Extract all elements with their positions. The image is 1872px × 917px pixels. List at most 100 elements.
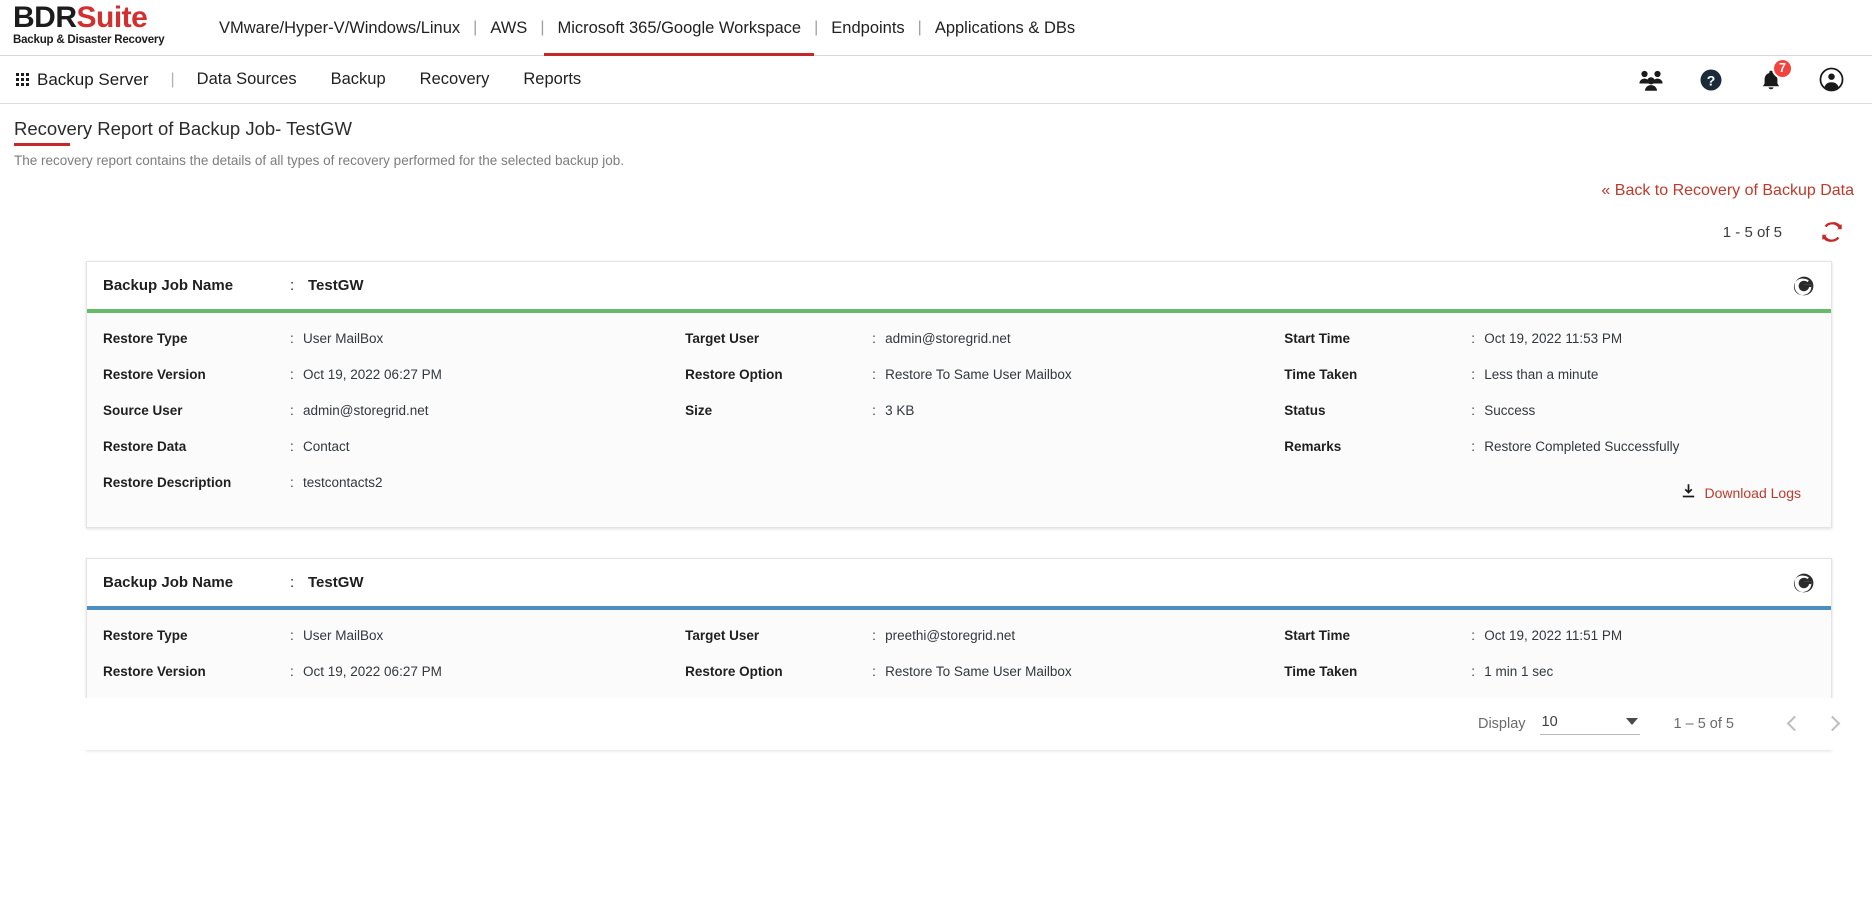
card-job-name-label: Backup Job Name: [103, 574, 234, 591]
source-user-label: Source User: [103, 403, 183, 418]
next-page-button[interactable]: [1812, 705, 1850, 743]
pagination-footer: Display 10 1 – 5 of 5: [0, 698, 1872, 750]
remarks-value: Restore Completed Successfully: [1484, 439, 1680, 454]
brand-bar: BDRSuite Backup & Disaster Recovery VMwa…: [0, 0, 1872, 56]
time-taken-value: Less than a minute: [1484, 367, 1599, 382]
recovery-report-cards: Backup Job Name : TestGW Restore Type: Us…: [0, 261, 1872, 750]
card-job-name-value: TestGW: [308, 574, 364, 591]
back-link-row: « Back to Recovery of Backup Data: [0, 182, 1872, 200]
logo-wordmark: BDRSuite: [13, 2, 200, 34]
notification-bell-icon[interactable]: 7: [1758, 57, 1793, 93]
chevron-right-icon: [1827, 716, 1836, 732]
colon: :: [290, 367, 294, 382]
nav-item-recovery[interactable]: Recovery: [420, 70, 490, 89]
page-header: Recovery Report of Backup Job- TestGW Th…: [0, 118, 1872, 168]
time-taken-label: Time Taken: [1284, 664, 1358, 679]
size-value: 3 KB: [885, 403, 915, 418]
detail-row: Restore Description: testcontacts2: [103, 475, 685, 511]
detail-row: Time Taken: Less than a minute: [1284, 367, 1815, 403]
start-time-label: Start Time: [1284, 331, 1351, 346]
restore-version-value: Oct 19, 2022 06:27 PM: [303, 664, 442, 679]
card-header: Backup Job Name : TestGW: [87, 559, 1831, 606]
recovery-report-card: Backup Job Name : TestGW Restore Type: Us…: [86, 261, 1832, 528]
card-column-right: Start Time: Oct 19, 2022 11:53 PM Time Ta…: [1284, 331, 1815, 511]
colon: :: [290, 664, 294, 679]
download-icon[interactable]: [1681, 483, 1696, 504]
display-count-select[interactable]: 10: [1539, 713, 1640, 735]
detail-row-spacer: [685, 439, 1284, 475]
display-count-value: 10: [1541, 713, 1558, 730]
svg-text:?: ?: [1707, 72, 1716, 88]
page-title: Recovery Report of Backup Job- TestGW: [14, 118, 352, 146]
nav-item-backup[interactable]: Backup: [331, 70, 386, 89]
status-value: Success: [1484, 403, 1536, 418]
colon: :: [290, 277, 295, 294]
notification-badge: 7: [1772, 57, 1793, 79]
product-tab-endpoints[interactable]: Endpoints: [818, 0, 917, 56]
detail-row: Restore Option: Restore To Same User Mail…: [685, 367, 1284, 403]
logo[interactable]: BDRSuite Backup & Disaster Recovery: [0, 0, 200, 47]
target-user-value: admin@storegrid.net: [885, 331, 1011, 346]
grid-apps-icon[interactable]: [16, 73, 29, 86]
colon: :: [1471, 439, 1476, 454]
nav-backup-server[interactable]: Backup Server: [37, 70, 149, 90]
detail-row: Restore Version: Oct 19, 2022 06:27 PM: [103, 664, 685, 700]
users-group-icon[interactable]: [1638, 67, 1664, 93]
colon: :: [290, 403, 294, 418]
restore-version-label: Restore Version: [103, 367, 206, 382]
pagination-range-label: 1 – 5 of 5: [1673, 716, 1734, 732]
google-g-icon[interactable]: [1793, 275, 1815, 297]
card-column-middle: Target User: admin@storegrid.net Restore …: [685, 331, 1284, 511]
colon: :: [290, 439, 294, 454]
nav-left-group: Backup Server | Data Sources Backup Reco…: [16, 70, 615, 90]
detail-row: Status: Success: [1284, 403, 1815, 439]
nav-item-data-sources[interactable]: Data Sources: [197, 70, 297, 89]
time-taken-value: 1 min 1 sec: [1484, 664, 1554, 679]
target-user-label: Target User: [685, 628, 760, 643]
restore-option-value: Restore To Same User Mailbox: [885, 367, 1072, 382]
display-label: Display: [1477, 716, 1526, 732]
restore-description-label: Restore Description: [103, 475, 232, 490]
restore-option-label: Restore Option: [685, 664, 783, 679]
source-user-value: admin@storegrid.net: [303, 403, 429, 418]
download-logs-link[interactable]: Download Logs: [1704, 485, 1801, 501]
back-to-recovery-link[interactable]: « Back to Recovery of Backup Data: [1601, 182, 1854, 199]
colon: :: [872, 367, 876, 382]
help-circle-icon[interactable]: ?: [1698, 67, 1724, 93]
restore-type-value: User MailBox: [303, 628, 384, 643]
colon: :: [1471, 664, 1476, 679]
product-tab-aws[interactable]: AWS: [477, 0, 540, 56]
card-body: Restore Type: User MailBox Restore Versio…: [87, 313, 1831, 527]
colon: :: [290, 331, 294, 346]
target-user-label: Target User: [685, 331, 760, 346]
detail-row: Restore Version: Oct 19, 2022 06:27 PM: [103, 367, 685, 403]
download-logs-row: Download Logs: [1284, 475, 1815, 511]
colon: :: [1471, 403, 1476, 418]
colon: :: [1471, 367, 1476, 382]
start-time-value: Oct 19, 2022 11:53 PM: [1484, 331, 1623, 346]
previous-page-button[interactable]: [1774, 705, 1812, 743]
target-user-value: preethi@storegrid.net: [885, 628, 1016, 643]
colon: :: [1471, 331, 1476, 346]
restore-version-value: Oct 19, 2022 06:27 PM: [303, 367, 442, 382]
detail-row: Restore Data: Contact: [103, 439, 685, 475]
restore-option-label: Restore Option: [685, 367, 783, 382]
card-job-name-label: Backup Job Name: [103, 277, 234, 294]
user-account-icon[interactable]: [1818, 67, 1844, 93]
colon: :: [290, 475, 294, 490]
logo-suite-text: Suite: [76, 1, 148, 34]
detail-row: Restore Type: User MailBox: [103, 628, 685, 664]
record-count-row: 1 - 5 of 5: [0, 220, 1872, 244]
product-tab-vmware[interactable]: VMware/Hyper-V/Windows/Linux: [206, 0, 473, 56]
product-tab-microsoft365-google-workspace[interactable]: Microsoft 365/Google Workspace: [544, 0, 814, 56]
restore-type-value: User MailBox: [303, 331, 384, 346]
main-nav-bar: Backup Server | Data Sources Backup Reco…: [0, 56, 1872, 104]
nav-item-reports[interactable]: Reports: [523, 70, 581, 89]
refresh-icon[interactable]: [1820, 220, 1844, 244]
remarks-label: Remarks: [1284, 439, 1342, 454]
colon: :: [1471, 628, 1476, 643]
page-content: Recovery Report of Backup Job- TestGW Th…: [0, 104, 1872, 750]
product-tab-applications-dbs[interactable]: Applications & DBs: [922, 0, 1088, 56]
record-count-label: 1 - 5 of 5: [1722, 223, 1782, 241]
google-g-icon[interactable]: [1793, 572, 1815, 594]
